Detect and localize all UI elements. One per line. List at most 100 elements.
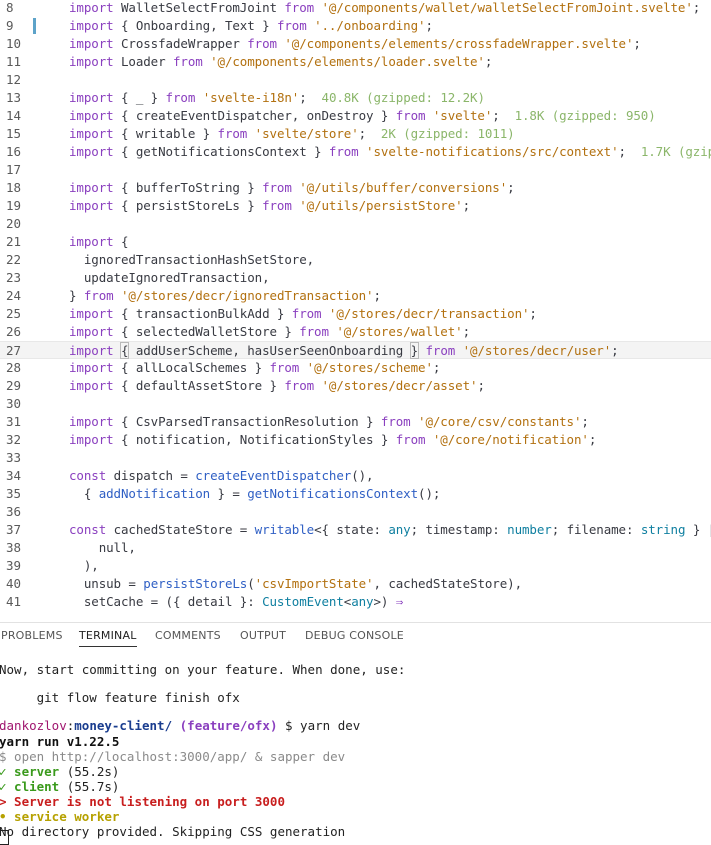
code-text: import { createEventDispatcher, onDestro… bbox=[69, 107, 656, 125]
code-token: } bbox=[409, 342, 420, 359]
line-number: 24 bbox=[6, 288, 22, 303]
code-line[interactable]: 20 bbox=[0, 215, 711, 233]
code-line[interactable]: 10 import CrossfadeWrapper from '@/compon… bbox=[0, 35, 711, 53]
code-token: import bbox=[69, 18, 121, 33]
terminal-line: git flow feature finish ofx bbox=[0, 690, 240, 705]
code-token: ; bbox=[611, 343, 619, 358]
code-line[interactable]: 21 import { bbox=[0, 233, 711, 251]
code-line[interactable]: 11 import Loader from '@/components/eleme… bbox=[0, 53, 711, 71]
line-number: 11 bbox=[6, 54, 22, 69]
code-text: import { getNotificationsContext } from … bbox=[69, 143, 711, 161]
code-text: import Loader from '@/components/element… bbox=[69, 53, 492, 71]
code-token: import bbox=[69, 180, 121, 195]
line-number: 21 bbox=[6, 234, 22, 249]
code-line[interactable]: 18 import { bufferToString } from '@/util… bbox=[0, 179, 711, 197]
line-number: 17 bbox=[6, 162, 22, 177]
code-token: '@/stores/decr/user' bbox=[462, 343, 612, 358]
code-line[interactable]: 27 import { addUserScheme, hasUserSeenOnb… bbox=[0, 341, 711, 359]
line-number: 33 bbox=[6, 450, 22, 465]
code-token: import bbox=[69, 234, 121, 249]
prompt-command: $ yarn dev bbox=[277, 718, 361, 733]
code-line[interactable]: 13 import { _ } from 'svelte-i18n'; 40.8K… bbox=[0, 89, 711, 107]
code-line[interactable]: 26 import { selectedWalletStore } from '@… bbox=[0, 323, 711, 341]
code-token: ; bbox=[581, 414, 589, 429]
code-token: 40.8K (gzipped: 12.2K) bbox=[321, 90, 485, 105]
terminal-cursor bbox=[0, 830, 9, 845]
code-token: ; bbox=[492, 108, 515, 123]
code-token: { bbox=[69, 486, 99, 501]
code-line[interactable]: 41 setCache = ({ detail }: CustomEvent<a… bbox=[0, 593, 711, 611]
line-number: 41 bbox=[6, 594, 22, 609]
code-line[interactable]: 38 null, bbox=[0, 539, 711, 557]
code-line[interactable]: 24} from '@/stores/decr/ignoredTransacti… bbox=[0, 287, 711, 305]
code-token: { CsvParsedTransactionResolution } bbox=[120, 414, 381, 429]
code-line[interactable]: 15 import { writable } from 'svelte/store… bbox=[0, 125, 711, 143]
code-line[interactable]: 25 import { transactionBulkAdd } from '@/… bbox=[0, 305, 711, 323]
code-token: from bbox=[276, 18, 315, 33]
code-token: import bbox=[69, 126, 121, 141]
code-text: unsub = persistStoreLs('csvImportState',… bbox=[69, 575, 522, 593]
check-icon: ✓ server bbox=[0, 764, 60, 779]
code-line[interactable]: 12 bbox=[0, 71, 711, 89]
code-token: '@/utils/buffer/conversions' bbox=[299, 180, 508, 195]
code-line[interactable]: 22 ignoredTransactionHashSetStore, bbox=[0, 251, 711, 269]
code-token: null, bbox=[69, 540, 136, 555]
code-line[interactable]: 17 bbox=[0, 161, 711, 179]
code-token: import bbox=[69, 378, 121, 393]
line-number: 35 bbox=[6, 486, 22, 501]
line-number: 19 bbox=[6, 198, 22, 213]
code-token: 1.8K (gzipped: 950) bbox=[514, 108, 656, 123]
code-token: 'svelte' bbox=[432, 108, 493, 123]
code-line[interactable]: 33 bbox=[0, 449, 711, 467]
code-token: { _ } bbox=[120, 90, 166, 105]
line-number: 37 bbox=[6, 522, 22, 537]
code-token: ignoredTransactionHashSetStore, bbox=[69, 252, 315, 267]
prompt-path: money-client/ bbox=[74, 718, 173, 733]
code-token: addNotification bbox=[98, 486, 211, 501]
code-line[interactable]: 34 const dispatch = createEventDispatcher… bbox=[0, 467, 711, 485]
code-token: '@/components/elements/loader.svelte' bbox=[210, 54, 485, 69]
code-token: '@/components/elements/crossfadeWrapper.… bbox=[284, 36, 634, 51]
code-line[interactable]: 30 bbox=[0, 395, 711, 413]
line-number: 8 bbox=[6, 0, 14, 15]
code-text: import { writable } from 'svelte/store';… bbox=[69, 125, 515, 143]
code-line[interactable]: 16 import { getNotificationsContext } fro… bbox=[0, 143, 711, 161]
code-line[interactable]: 29 import { defaultAssetStore } from '@/s… bbox=[0, 377, 711, 395]
code-line[interactable]: 23 updateIgnoredTransaction, bbox=[0, 269, 711, 287]
code-token: from bbox=[395, 108, 433, 123]
code-line[interactable]: 9 import { Onboarding, Text } from '../on… bbox=[0, 17, 711, 35]
line-number: 16 bbox=[6, 144, 22, 159]
code-line[interactable]: 36 bbox=[0, 503, 711, 521]
code-text: import { transactionBulkAdd } from '@/st… bbox=[69, 305, 537, 323]
code-line[interactable]: 8 import WalletSelectFromJoint from '@/co… bbox=[0, 0, 711, 17]
code-text: import { Onboarding, Text } from '../onb… bbox=[69, 17, 433, 35]
code-line[interactable]: 31 import { CsvParsedTransactionResolutio… bbox=[0, 413, 711, 431]
line-number: 9 bbox=[6, 18, 14, 33]
code-text: import { defaultAssetStore } from '@/sto… bbox=[69, 377, 485, 395]
code-line[interactable]: 37 const cachedStateStore = writable<{ st… bbox=[0, 521, 711, 539]
line-number: 28 bbox=[6, 360, 22, 375]
code-line[interactable]: 35 { addNotification } = getNotification… bbox=[0, 485, 711, 503]
code-line[interactable]: 14 import { createEventDispatcher, onDest… bbox=[0, 107, 711, 125]
code-line[interactable]: 39 ), bbox=[0, 557, 711, 575]
code-token: from bbox=[217, 126, 255, 141]
code-line[interactable]: 19 import { persistStoreLs } from '@/util… bbox=[0, 197, 711, 215]
terminal[interactable]: Now, start committing on your feature. W… bbox=[0, 623, 711, 845]
code-token: ; bbox=[425, 18, 433, 33]
server-time: (55.2s) bbox=[59, 764, 120, 779]
code-editor[interactable]: 8 import WalletSelectFromJoint from '@/co… bbox=[0, 0, 711, 622]
line-number: 22 bbox=[6, 252, 22, 267]
code-line[interactable]: 32 import { notification, NotificationSty… bbox=[0, 431, 711, 449]
code-token: } = bbox=[210, 486, 248, 501]
code-line[interactable]: 40 unsub = persistStoreLs('csvImportStat… bbox=[0, 575, 711, 593]
code-token: import bbox=[69, 90, 121, 105]
code-token: any bbox=[388, 522, 411, 537]
code-line[interactable]: 28 import { allLocalSchemes } from '@/sto… bbox=[0, 359, 711, 377]
code-token: updateIgnoredTransaction, bbox=[69, 270, 270, 285]
code-token: ; timestamp: bbox=[410, 522, 508, 537]
code-token: 2K (gzipped: 1011) bbox=[380, 126, 515, 141]
code-token: from bbox=[299, 324, 337, 339]
code-token: createEventDispatcher bbox=[195, 468, 352, 483]
code-token: from bbox=[328, 144, 367, 159]
code-token: persistStoreLs bbox=[143, 576, 248, 591]
